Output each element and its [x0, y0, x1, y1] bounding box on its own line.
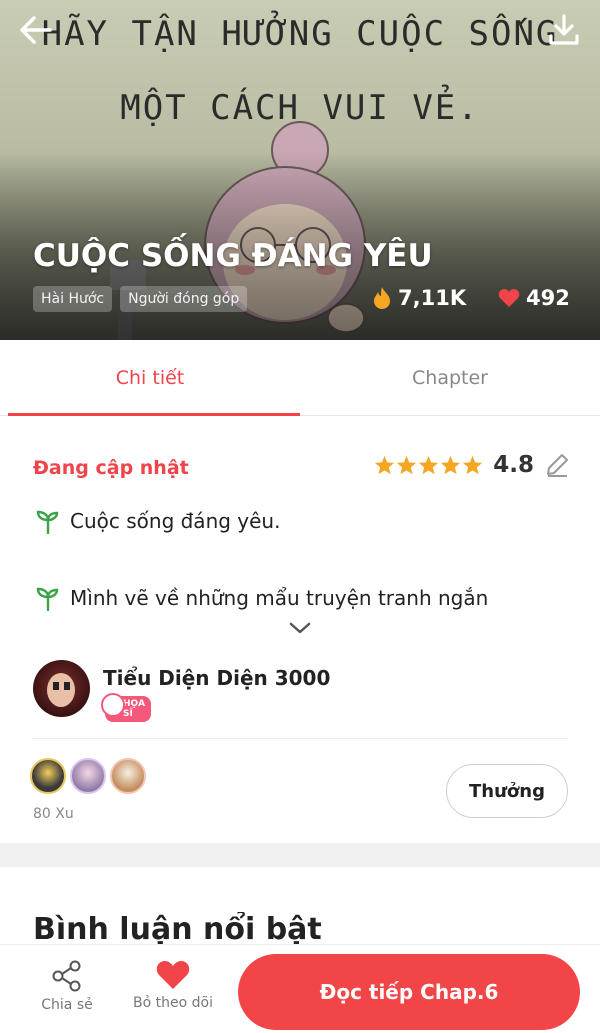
unfollow-label: Bỏ theo dõi	[133, 995, 213, 1011]
coin-total: 80 Xu	[33, 806, 74, 822]
expand-description-button[interactable]	[288, 620, 312, 640]
genre-tags: Hài Hước Người đóng góp	[33, 286, 248, 312]
tag-humor[interactable]: Hài Hước	[33, 286, 113, 312]
rating: 4.8	[374, 452, 570, 478]
artist-badge-label: HỌA SĨ	[100, 693, 152, 722]
pencil-icon[interactable]	[544, 452, 570, 478]
fire-icon	[374, 287, 390, 309]
star-icon	[375, 455, 395, 475]
share-icon	[52, 960, 81, 992]
heart-icon	[498, 289, 520, 307]
heart-icon	[156, 961, 190, 989]
section-divider	[33, 738, 568, 739]
share-label: Chia sẻ	[41, 997, 93, 1013]
reward-button[interactable]: Thưởng	[446, 764, 568, 818]
description-line-1: Cuộc sống đáng yêu.	[36, 508, 280, 534]
arrow-left-icon	[20, 16, 52, 44]
star-icon	[419, 455, 439, 475]
cover-caption-line-1: HÃY TẬN HƯỞNG CUỘC SỐNG	[41, 14, 559, 54]
sprout-icon	[36, 510, 59, 534]
description-text-1: Cuộc sống đáng yêu.	[70, 509, 281, 533]
like-count: 492	[498, 286, 570, 310]
bottom-action-bar: Chia sẻ Bỏ theo dõi Đọc tiếp Chap.6	[0, 944, 600, 1033]
detail-tabs: Chi tiết Chapter	[0, 340, 600, 416]
supporter-avatar	[110, 758, 146, 794]
continue-reading-button[interactable]: Đọc tiếp Chap.6	[238, 954, 580, 1030]
sprout-icon	[36, 587, 59, 611]
cover-banner: HÃY TẬN HƯỞNG CUỘC SỐNG MỘT CÁCH VUI VẺ.…	[0, 0, 600, 340]
update-status: Đang cập nhật	[33, 457, 189, 479]
view-count-value: 7,11K	[398, 286, 467, 310]
supporter-avatars[interactable]	[30, 758, 146, 794]
artist-badge: HỌA SĨ	[100, 693, 152, 722]
author-avatar-art	[47, 673, 75, 707]
supporter-avatar	[70, 758, 106, 794]
supporter-avatar	[30, 758, 66, 794]
author-name[interactable]: Tiểu Diện Diện 3000	[103, 666, 330, 690]
back-button[interactable]	[14, 8, 58, 52]
star-icon	[463, 455, 483, 475]
share-button[interactable]: Chia sẻ	[34, 959, 100, 1013]
author-row[interactable]: Tiểu Diện Diện 3000 HỌA SĨ	[33, 660, 330, 722]
chevron-down-icon	[289, 622, 311, 634]
star-icon	[397, 455, 417, 475]
comic-title: CUỘC SỐNG ĐÁNG YÊU	[33, 238, 433, 274]
description-text-2: Mình vẽ về những mẩu truyện tranh ngắn	[70, 586, 489, 610]
featured-comments-heading: Bình luận nổi bật	[33, 912, 322, 946]
section-separator	[0, 843, 600, 867]
download-button[interactable]	[542, 8, 586, 52]
star-icon	[441, 455, 461, 475]
view-count: 7,11K	[372, 286, 466, 310]
tag-contributor[interactable]: Người đóng góp	[120, 286, 248, 312]
tab-chapter[interactable]: Chapter	[300, 340, 600, 415]
tab-details[interactable]: Chi tiết	[0, 340, 300, 416]
description-line-2: Mình vẽ về những mẩu truyện tranh ngắn	[36, 585, 488, 611]
cover-caption-line-2: MỘT CÁCH VUI VẺ.	[120, 88, 480, 128]
author-avatar[interactable]	[33, 660, 90, 717]
unfollow-button[interactable]: Bỏ theo dõi	[128, 959, 218, 1011]
rating-stars[interactable]	[374, 455, 483, 475]
rating-value: 4.8	[493, 452, 534, 478]
like-count-value: 492	[526, 286, 570, 310]
download-icon	[549, 14, 579, 45]
